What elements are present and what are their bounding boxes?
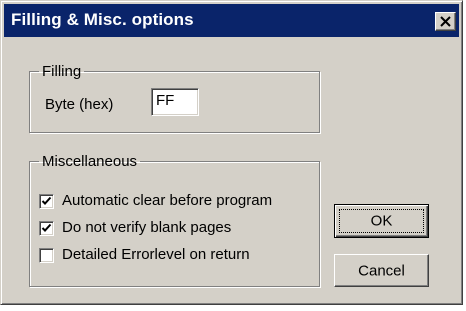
automatic-clear-label[interactable]: Automatic clear before program bbox=[62, 192, 272, 209]
title-bar[interactable]: Filling & Misc. options bbox=[4, 4, 459, 37]
ok-button[interactable]: OK bbox=[334, 204, 429, 238]
filling-group-legend: Filling bbox=[42, 63, 82, 80]
close-icon bbox=[440, 16, 451, 27]
close-button[interactable] bbox=[435, 12, 456, 31]
checkmark-icon bbox=[41, 196, 52, 205]
do-not-verify-label[interactable]: Do not verify blank pages bbox=[62, 219, 231, 236]
filling-misc-options-dialog: Filling & Misc. options Filling Byte (he… bbox=[0, 0, 463, 305]
cancel-button[interactable]: Cancel bbox=[334, 254, 429, 287]
detailed-errorlevel-label[interactable]: Detailed Errorlevel on return bbox=[62, 246, 250, 263]
cancel-button-label: Cancel bbox=[358, 262, 405, 279]
automatic-clear-checkbox[interactable] bbox=[39, 194, 54, 209]
miscellaneous-group-legend: Miscellaneous bbox=[42, 153, 138, 170]
byte-hex-label: Byte (hex) bbox=[45, 96, 114, 113]
checkmark-icon bbox=[41, 223, 52, 232]
detailed-errorlevel-checkbox[interactable] bbox=[39, 248, 54, 263]
dialog-title: Filling & Misc. options bbox=[11, 10, 194, 29]
ok-button-label: OK bbox=[370, 212, 393, 230]
do-not-verify-checkbox[interactable] bbox=[39, 221, 54, 236]
byte-hex-input[interactable]: FF bbox=[151, 88, 199, 116]
